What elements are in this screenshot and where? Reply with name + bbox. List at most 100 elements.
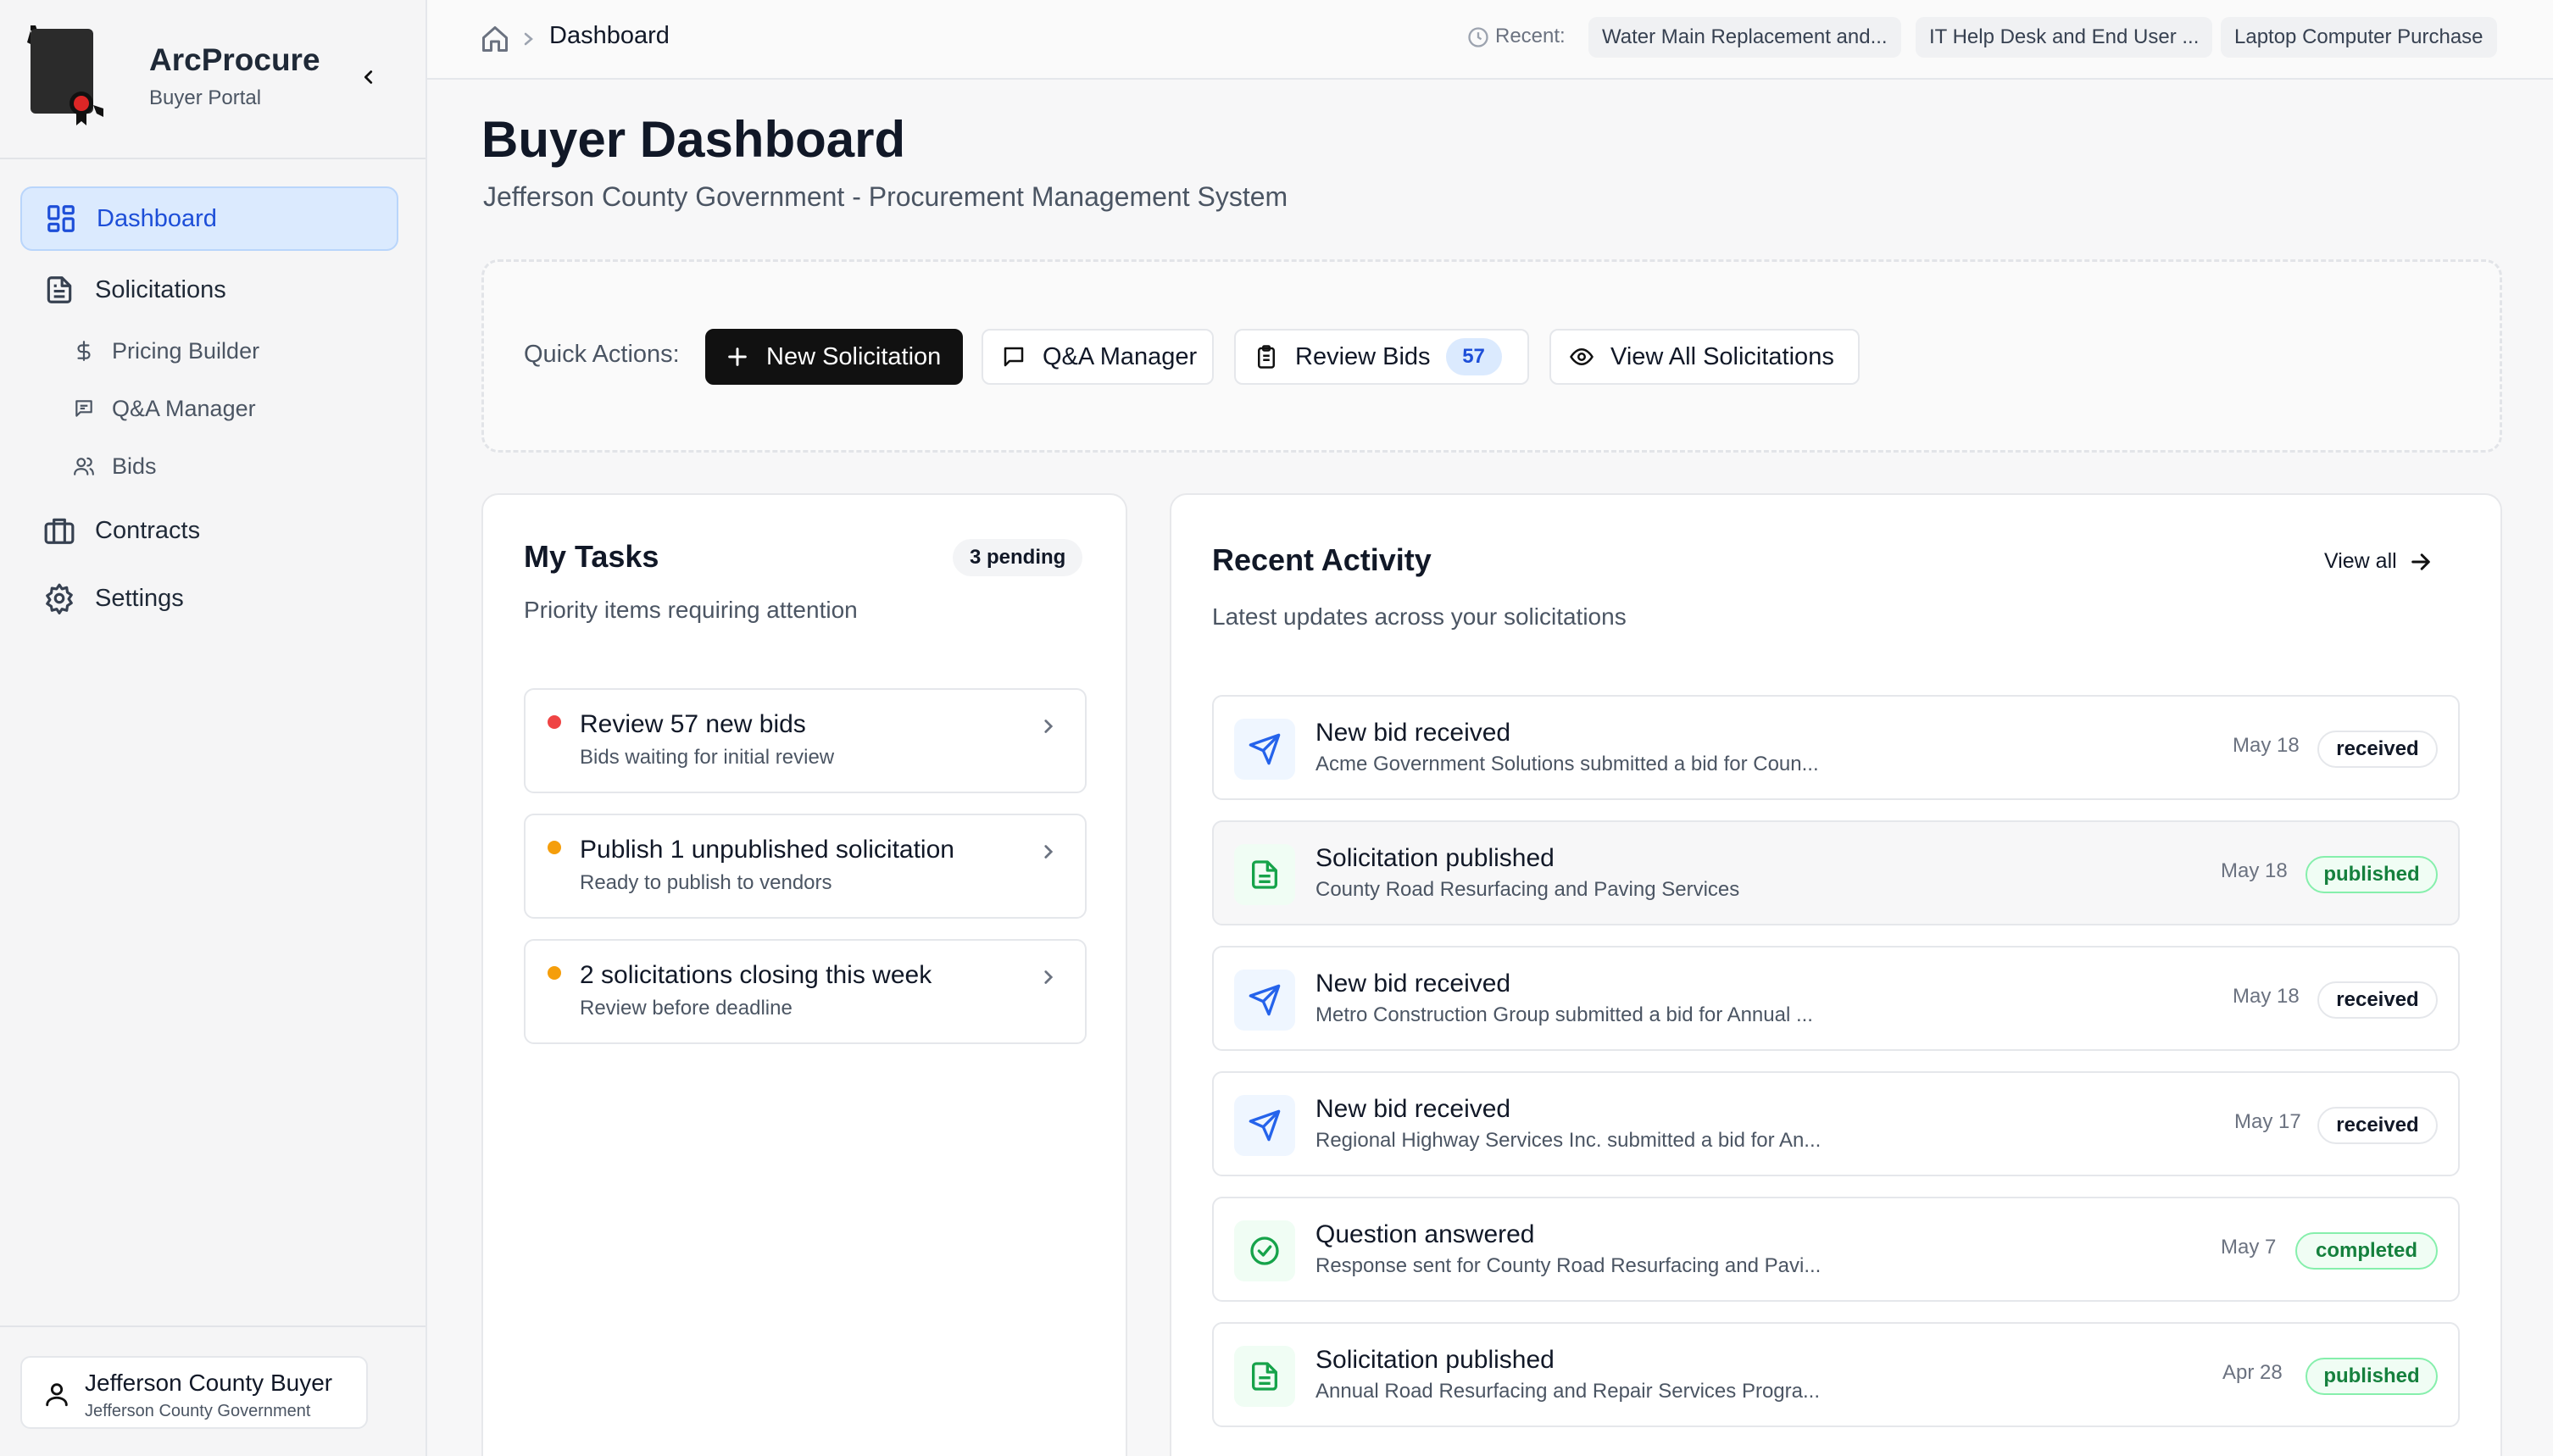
view-all-label: View all	[2324, 549, 2397, 573]
activity-description: Metro Construction Group submitted a bid…	[1315, 1003, 1813, 1026]
arrow-right-icon	[2411, 553, 2430, 570]
clock-icon	[1468, 27, 1488, 47]
activity-item[interactable]: Solicitation published County Road Resur…	[1212, 820, 2460, 925]
task-subtitle: Review before deadline	[580, 997, 793, 1020]
new-solicitation-button[interactable]: New Solicitation	[705, 329, 963, 385]
brand-header: ArcProcure Buyer Portal	[0, 0, 426, 159]
sidebar-subitem-pricing-builder[interactable]: Pricing Builder	[71, 327, 259, 375]
task-item[interactable]: Review 57 new bids Bids waiting for init…	[524, 688, 1087, 793]
activity-description: Annual Road Resurfacing and Repair Servi…	[1315, 1380, 1820, 1403]
recent-item[interactable]: Laptop Computer Purchase	[2221, 17, 2497, 58]
task-title: Publish 1 unpublished solicitation	[580, 836, 954, 864]
activity-date: May 18	[2233, 734, 2300, 757]
task-title: Review 57 new bids	[580, 710, 806, 738]
activity-date: May 17	[2234, 1110, 2301, 1133]
send-icon	[1234, 1095, 1295, 1156]
activity-item[interactable]: New bid received Regional Highway Servic…	[1212, 1071, 2460, 1176]
user-organization: Jefferson County Government	[85, 1402, 311, 1420]
task-subtitle: Bids waiting for initial review	[580, 746, 835, 769]
task-item[interactable]: Publish 1 unpublished solicitation Ready…	[524, 814, 1087, 919]
review-bids-count-badge: 57	[1445, 338, 1502, 375]
button-label: Q&A Manager	[1043, 342, 1198, 370]
activity-title: Solicitation published	[1315, 844, 1555, 872]
sidebar-subitem-bids[interactable]: Bids	[71, 442, 157, 490]
status-badge: published	[2305, 856, 2438, 893]
user-menu[interactable]: Jefferson County Buyer Jefferson County …	[20, 1356, 368, 1429]
recent-activity-title: Recent Activity	[1212, 542, 1432, 577]
activity-item[interactable]: Solicitation published Annual Road Resur…	[1212, 1322, 2460, 1427]
eye-icon	[1568, 343, 1595, 370]
task-subtitle: Ready to publish to vendors	[580, 871, 832, 894]
qa-manager-button[interactable]: Q&A Manager	[982, 329, 1214, 385]
document-icon	[1234, 844, 1295, 905]
sidebar-item-label: Contracts	[95, 516, 201, 544]
chevron-right-icon	[1044, 720, 1054, 733]
sidebar-subitem-label: Bids	[112, 453, 157, 479]
sidebar-subitem-qa-manager[interactable]: Q&A Manager	[71, 385, 256, 432]
activity-title: Question answered	[1315, 1220, 1535, 1248]
clipboard-icon	[1253, 343, 1280, 370]
page-subtitle: Jefferson County Government - Procuremen…	[483, 181, 1288, 212]
status-badge: received	[2317, 981, 2438, 1019]
send-icon	[1234, 719, 1295, 780]
button-label: View All Solicitations	[1610, 342, 1834, 370]
briefcase-icon	[42, 514, 76, 547]
activity-description: Acme Government Solutions submitted a bi…	[1315, 753, 1819, 775]
sidebar-item-settings[interactable]: Settings	[20, 566, 398, 631]
priority-dot-icon	[548, 841, 561, 854]
page-title: Buyer Dashboard	[481, 111, 906, 168]
my-tasks-title: My Tasks	[524, 539, 659, 574]
chevron-right-icon	[1044, 845, 1054, 859]
check-circle-icon	[1234, 1220, 1295, 1281]
collapse-sidebar-button[interactable]	[354, 63, 383, 92]
task-item[interactable]: 2 solicitations closing this week Review…	[524, 939, 1087, 1044]
activity-description: Response sent for County Road Resurfacin…	[1315, 1254, 1822, 1277]
sidebar-item-label: Solicitations	[95, 275, 226, 303]
button-label: New Solicitation	[766, 342, 942, 370]
recent-activity-subtitle: Latest updates across your solicitations	[1212, 603, 1627, 630]
sidebar-item-dashboard[interactable]: Dashboard	[20, 186, 398, 251]
review-bids-button[interactable]: Review Bids 57	[1234, 329, 1529, 385]
activity-title: New bid received	[1315, 719, 1511, 747]
task-title: 2 solicitations closing this week	[580, 961, 932, 989]
breadcrumb-current: Dashboard	[549, 22, 670, 49]
activity-item[interactable]: Question answered Response sent for Coun…	[1212, 1197, 2460, 1302]
chevron-right-icon	[1044, 970, 1054, 984]
view-all-activity-link[interactable]: View all	[2324, 549, 2433, 574]
document-icon	[1234, 1346, 1295, 1407]
users-icon	[71, 453, 97, 479]
sidebar-item-contracts[interactable]: Contracts	[20, 498, 398, 563]
activity-title: Solicitation published	[1315, 1346, 1555, 1374]
priority-dot-icon	[548, 715, 561, 729]
button-label: Review Bids	[1295, 342, 1431, 370]
chevron-right-icon	[524, 32, 533, 46]
view-all-solicitations-button[interactable]: View All Solicitations	[1549, 329, 1860, 385]
sidebar: ArcProcure Buyer Portal Dashboard Solici…	[0, 0, 427, 1456]
document-icon	[42, 273, 76, 307]
sidebar-item-label: Dashboard	[97, 204, 217, 232]
status-badge: received	[2317, 731, 2438, 768]
activity-title: New bid received	[1315, 970, 1511, 998]
message-icon	[1000, 343, 1027, 370]
pending-count-badge: 3 pending	[953, 539, 1083, 576]
sidebar-item-label: Settings	[95, 584, 184, 612]
recent-item[interactable]: Water Main Replacement and...	[1588, 17, 1901, 58]
app-name: ArcProcure	[149, 42, 320, 77]
home-icon[interactable]	[480, 24, 510, 54]
chevron-left-icon	[364, 70, 373, 84]
sidebar-subitem-label: Q&A Manager	[112, 395, 256, 421]
recent-item[interactable]: IT Help Desk and End User ...	[1916, 17, 2213, 58]
activity-item[interactable]: New bid received Metro Construction Grou…	[1212, 946, 2460, 1051]
quick-actions-label: Quick Actions:	[524, 341, 680, 368]
priority-dot-icon	[548, 966, 561, 980]
sidebar-footer: Jefferson County Buyer Jefferson County …	[0, 1325, 426, 1456]
activity-description: County Road Resurfacing and Paving Servi…	[1315, 878, 1740, 901]
activity-description: Regional Highway Services Inc. submitted…	[1315, 1129, 1822, 1152]
dashboard-grid-icon	[44, 202, 78, 236]
plus-icon	[724, 343, 751, 370]
user-icon	[46, 1383, 68, 1407]
activity-item[interactable]: New bid received Acme Government Solutio…	[1212, 695, 2460, 800]
activity-date: May 18	[2233, 985, 2300, 1008]
sidebar-item-solicitations[interactable]: Solicitations	[20, 258, 398, 322]
recent-label: Recent:	[1495, 25, 1566, 47]
